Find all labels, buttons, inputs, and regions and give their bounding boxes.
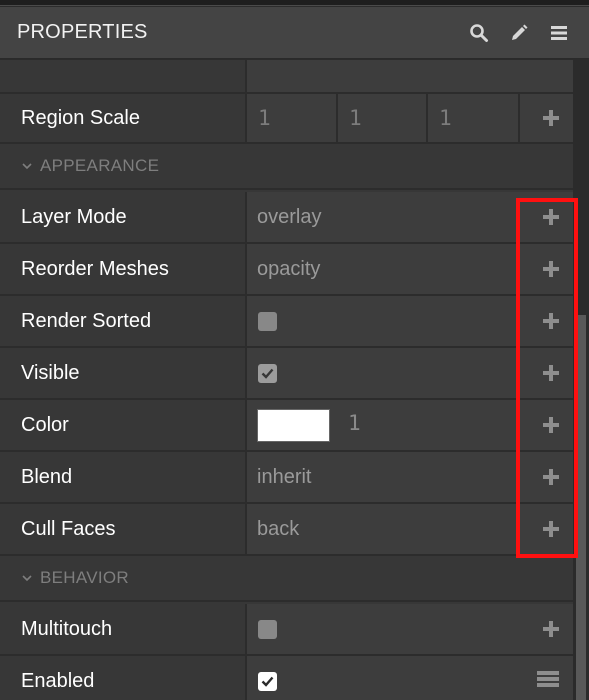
- region-scale-y-input[interactable]: 1: [338, 94, 428, 142]
- top-border: [0, 0, 589, 6]
- add-icon[interactable]: [542, 620, 560, 638]
- row-region-scale: Region Scale 1 1 1: [0, 94, 573, 144]
- row-multitouch: Multitouch: [0, 604, 573, 656]
- render-sorted-value: [247, 296, 573, 346]
- add-icon[interactable]: [542, 416, 560, 434]
- chevron-down-icon: [21, 160, 33, 172]
- empty-label: [0, 60, 247, 92]
- row-label: Cull Faces: [0, 504, 247, 554]
- row-visible: Visible: [0, 348, 573, 400]
- color-value: 1: [247, 400, 573, 450]
- row-label: Color: [0, 400, 247, 450]
- list-icon[interactable]: [537, 671, 559, 691]
- pencil-icon[interactable]: [509, 23, 529, 43]
- region-scale-x-input[interactable]: 1: [247, 94, 338, 142]
- checkmark-icon: [261, 368, 274, 379]
- add-icon[interactable]: [542, 364, 560, 382]
- row-label: Layer Mode: [0, 192, 247, 242]
- color-alpha-input[interactable]: 1: [348, 411, 361, 435]
- checkmark-icon: [261, 676, 274, 687]
- chevron-down-icon: [21, 572, 33, 584]
- section-appearance[interactable]: APPEARANCE: [0, 144, 573, 190]
- row-label: Enabled: [0, 656, 247, 700]
- panel-title: PROPERTIES: [17, 21, 148, 43]
- add-icon[interactable]: [542, 520, 560, 538]
- scrollbar[interactable]: [573, 60, 589, 700]
- add-icon[interactable]: [542, 208, 560, 226]
- enabled-checkbox[interactable]: [258, 671, 277, 691]
- row-label: Render Sorted: [0, 296, 247, 346]
- visible-value: [247, 348, 573, 398]
- multitouch-checkbox[interactable]: [258, 619, 277, 639]
- enabled-value: [247, 656, 573, 700]
- menu-icon[interactable]: [549, 23, 569, 43]
- row-label: Visible: [0, 348, 247, 398]
- row-blend: Blend inherit: [0, 452, 573, 504]
- visible-checkbox[interactable]: [258, 363, 277, 383]
- properties-panel: Region Scale 1 1 1 APPEARANCE Layer Mode…: [0, 60, 573, 700]
- add-icon[interactable]: [542, 468, 560, 486]
- layer-mode-select[interactable]: overlay: [247, 192, 573, 242]
- layer-mode-value: overlay: [257, 205, 322, 228]
- row-enabled: Enabled: [0, 656, 573, 700]
- empty-row: [0, 60, 573, 94]
- region-scale-fields: 1 1 1: [247, 94, 573, 142]
- cull-faces-value: back: [257, 517, 300, 540]
- row-cull-faces: Cull Faces back: [0, 504, 573, 556]
- row-reorder-meshes: Reorder Meshes opacity: [0, 244, 573, 296]
- row-label: Multitouch: [0, 604, 247, 654]
- section-label: APPEARANCE: [40, 156, 160, 175]
- color-swatch[interactable]: [257, 408, 330, 442]
- section-label: BEHAVIOR: [40, 568, 129, 587]
- row-color: Color 1: [0, 400, 573, 452]
- search-icon[interactable]: [469, 23, 489, 43]
- add-icon[interactable]: [542, 260, 560, 278]
- scrollbar-thumb[interactable]: [576, 315, 586, 700]
- section-behavior[interactable]: BEHAVIOR: [0, 556, 573, 602]
- region-scale-z-input[interactable]: 1: [428, 94, 520, 142]
- reorder-meshes-value: opacity: [257, 257, 321, 280]
- render-sorted-checkbox[interactable]: [258, 311, 277, 331]
- blend-value: inherit: [257, 465, 312, 488]
- row-render-sorted: Render Sorted: [0, 296, 573, 348]
- multitouch-value: [247, 604, 573, 654]
- empty-value: [247, 60, 573, 92]
- reorder-meshes-select[interactable]: opacity: [247, 244, 573, 294]
- row-label: Region Scale: [0, 94, 247, 142]
- row-layer-mode: Layer Mode overlay: [0, 192, 573, 244]
- properties-header: PROPERTIES: [0, 7, 589, 59]
- blend-select[interactable]: inherit: [247, 452, 573, 502]
- add-icon[interactable]: [542, 312, 560, 330]
- row-label: Blend: [0, 452, 247, 502]
- add-icon[interactable]: [542, 109, 560, 127]
- cull-faces-select[interactable]: back: [247, 504, 573, 554]
- row-label: Reorder Meshes: [0, 244, 247, 294]
